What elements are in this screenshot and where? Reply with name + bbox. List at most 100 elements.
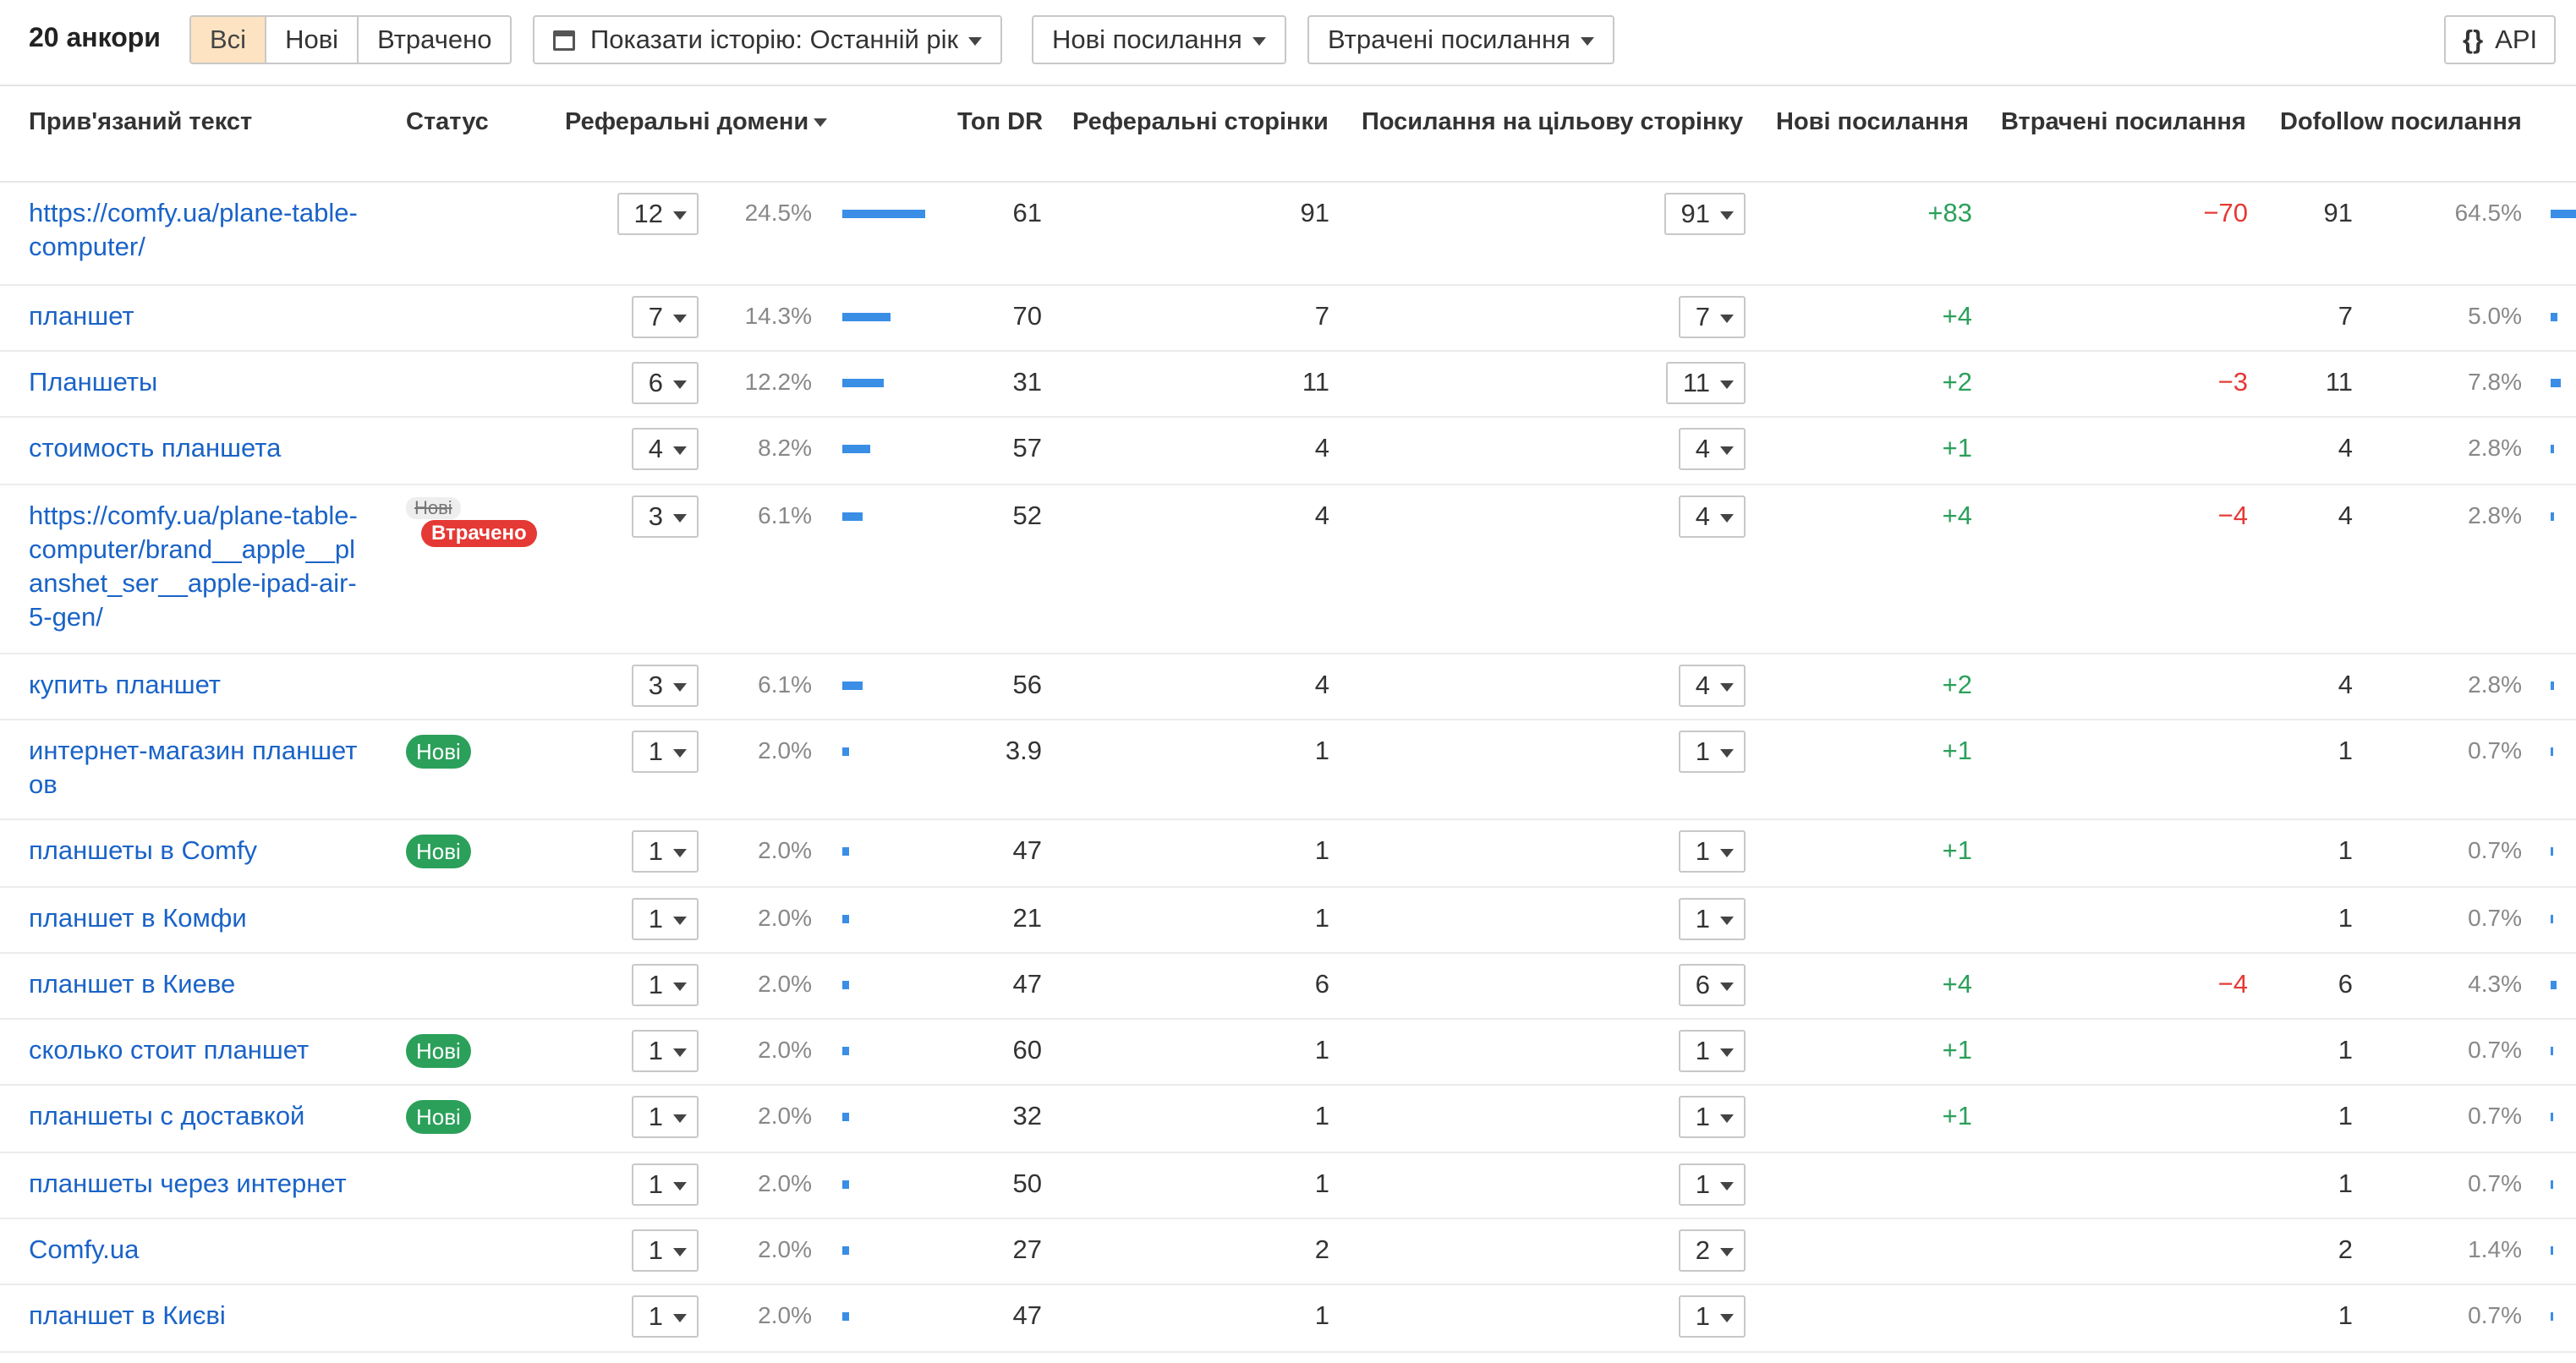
table-row: стоимость планшета 4 8.2% 57 4 4 +1 4 2.… [0,418,2576,485]
target-links-cell: 4 [1610,665,1746,707]
ref-domains-bar [842,210,925,218]
ref-domains-dropdown[interactable]: 1 [631,1229,699,1272]
anchors-count-title: 20 анкори [29,22,161,52]
column-anchor[interactable]: Прив'язаний текст [29,107,252,137]
lost-links-dropdown[interactable]: Втрачені посилання [1307,15,1614,64]
ref-domains-dropdown[interactable]: 1 [631,1096,699,1138]
column-status[interactable]: Статус [406,107,489,137]
ref-domains-dropdown[interactable]: 1 [631,964,699,1006]
target-links-dropdown[interactable]: 1 [1678,731,1746,773]
ref-domains-dropdown[interactable]: 1 [631,1295,699,1338]
table-row: https://comfy.ua/plane-table-computer/br… [0,485,2576,654]
chevron-down-icon [673,1313,687,1322]
ref-domains-cell: 1 [563,964,699,1006]
anchor-link[interactable]: планшет в Комфи [29,901,367,935]
target-links-dropdown[interactable]: 11 [1665,362,1746,404]
ref-domains-percent: 2.0% [758,1236,812,1262]
anchor-link[interactable]: планшеты в Comfy [29,834,367,868]
column-ref-domains[interactable]: Реферальні домени [565,107,828,137]
anchor-link[interactable]: Comfy.ua [29,1233,367,1267]
ref-domains-dropdown[interactable]: 1 [631,1163,699,1206]
target-links-cell: 1 [1610,731,1746,773]
target-links-cell: 11 [1610,362,1746,404]
table-row: планшеты с доставкой Нові 1 2.0% 32 1 1 … [0,1086,2576,1153]
anchor-link[interactable]: планшеты с доставкой [29,1099,367,1133]
target-links-dropdown[interactable]: 1 [1678,1030,1746,1072]
ref-domains-dropdown[interactable]: 12 [617,193,699,235]
anchor-link[interactable]: купить планшет [29,668,367,702]
target-links-value: 91 [1680,199,1710,228]
status-cell: Нові [406,1033,471,1068]
anchor-link[interactable]: https://comfy.ua/plane-table-computer/ [29,196,367,264]
target-links-dropdown[interactable]: 4 [1678,665,1746,707]
ref-domains-cell: 1 [563,1229,699,1272]
top-dr-value: 32 [1012,1101,1042,1130]
ref-domains-cell: 3 [563,665,699,707]
anchor-link[interactable]: планшет [29,299,367,333]
column-new-links[interactable]: Нові посилання [1776,107,1969,137]
column-dofollow[interactable]: Dofollow посилання [2280,107,2522,137]
ref-domains-value: 1 [648,1102,663,1131]
ref-domains-dropdown[interactable]: 4 [631,428,699,470]
anchor-link[interactable]: планшет в Киеве [29,967,367,1001]
anchor-link[interactable]: https://comfy.ua/plane-table-computer/br… [29,499,367,634]
filter-lost-button[interactable]: Втрачено [359,17,511,63]
target-links-value: 2 [1695,1235,1710,1265]
ref-domains-dropdown[interactable]: 3 [631,495,699,538]
ref-domains-cell: 6 [563,362,699,404]
dofollow-percent: 1.4% [2468,1236,2522,1262]
status-badge-old: Нові [406,497,461,519]
target-links-dropdown[interactable]: 1 [1678,1163,1746,1206]
target-links-dropdown[interactable]: 1 [1678,898,1746,940]
new-links-dropdown[interactable]: Нові посилання [1032,15,1286,64]
chevron-down-icon [968,36,983,46]
ref-domains-dropdown[interactable]: 1 [631,731,699,773]
target-links-value: 6 [1695,970,1710,999]
column-lost-links[interactable]: Втрачені посилання [2001,107,2246,137]
new-links-value: +4 [1942,969,1972,999]
status-badge-new: Нові [406,735,471,769]
ref-domains-dropdown[interactable]: 1 [631,830,699,873]
ref-domains-dropdown[interactable]: 1 [631,898,699,940]
ref-domains-dropdown[interactable]: 6 [631,362,699,404]
anchor-link[interactable]: планшеты через интернет [29,1167,367,1201]
target-links-dropdown[interactable]: 7 [1678,296,1746,338]
ref-domains-percent: 2.0% [758,1037,812,1063]
column-ref-pages[interactable]: Реферальні сторінки [1072,107,1329,137]
new-links-value: +4 [1942,501,1972,530]
filter-all-button[interactable]: Всі [191,17,267,63]
chevron-down-icon [1720,446,1734,455]
target-links-dropdown[interactable]: 91 [1663,193,1746,235]
anchor-link[interactable]: интернет-магазин планшетов [29,734,367,802]
anchor-link[interactable]: планшет в Києві [29,1299,367,1333]
target-links-dropdown[interactable]: 2 [1678,1229,1746,1272]
top-dr-value: 47 [1012,969,1042,999]
column-top-dr[interactable]: Топ DR [957,107,1043,137]
target-links-cell: 1 [1610,830,1746,873]
target-links-dropdown[interactable]: 4 [1678,428,1746,470]
chevron-down-icon [1720,1114,1734,1123]
anchor-link[interactable]: стоимость планшета [29,431,367,465]
anchor-link[interactable]: Планшеты [29,365,367,399]
ref-domains-value: 1 [648,1235,663,1265]
dofollow-percent: 0.7% [2468,1103,2522,1129]
ref-domains-value: 1 [648,1301,663,1331]
ref-domains-dropdown[interactable]: 3 [631,665,699,707]
target-links-dropdown[interactable]: 6 [1678,964,1746,1006]
target-links-dropdown[interactable]: 1 [1678,1295,1746,1338]
chevron-down-icon [673,1114,687,1123]
target-links-value: 1 [1695,836,1710,866]
lost-links-value: −4 [2217,501,2248,530]
ref-pages-value: 11 [1302,367,1329,397]
history-dropdown[interactable]: Показати історію: Останній рік [533,15,1003,64]
ref-domains-dropdown[interactable]: 1 [631,1030,699,1072]
api-button[interactable]: {} API [2444,15,2557,64]
column-links-to-target[interactable]: Посилання на цільову сторінку [1362,107,1743,137]
ref-domains-dropdown[interactable]: 7 [631,296,699,338]
new-links-value: +83 [1927,198,1972,227]
anchor-link[interactable]: сколько стоит планшет [29,1033,367,1067]
target-links-dropdown[interactable]: 4 [1678,495,1746,538]
target-links-dropdown[interactable]: 1 [1678,830,1746,873]
target-links-dropdown[interactable]: 1 [1678,1096,1746,1138]
filter-new-button[interactable]: Нові [266,17,359,63]
